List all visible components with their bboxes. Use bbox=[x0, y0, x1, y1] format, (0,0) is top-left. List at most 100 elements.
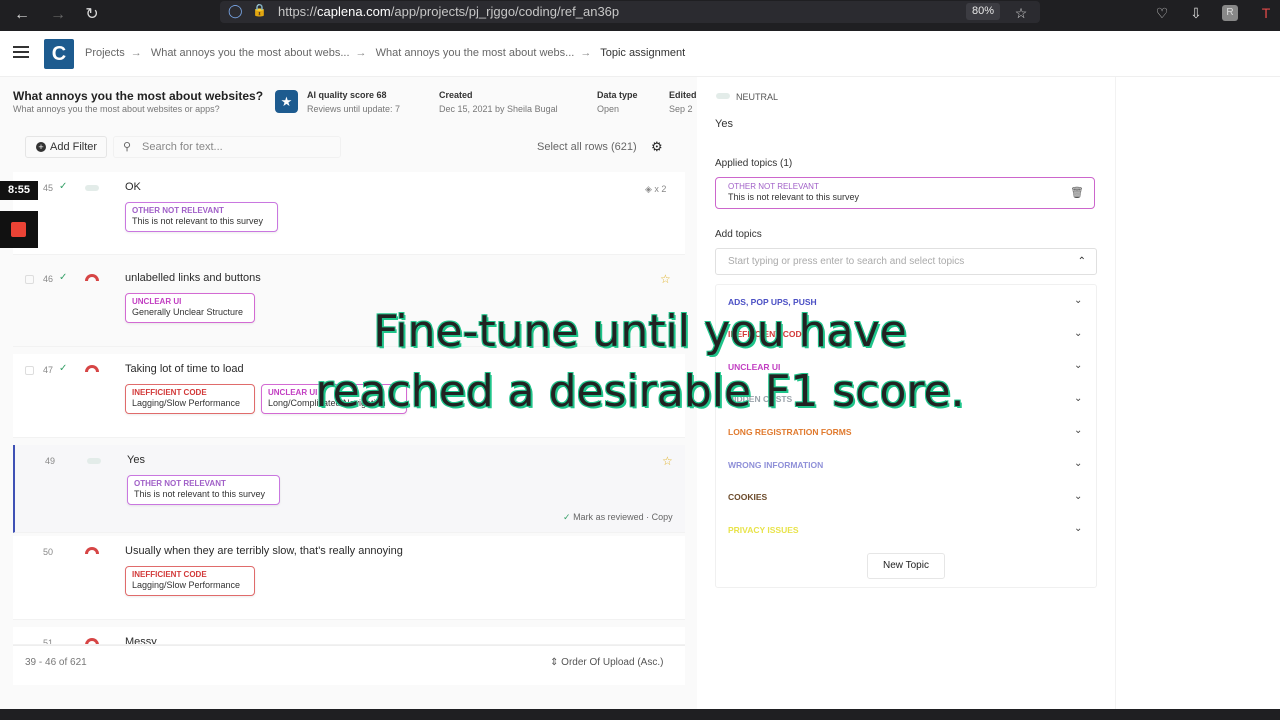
row-text: Taking lot of time to load bbox=[125, 363, 244, 375]
row-checkbox[interactable] bbox=[25, 366, 34, 375]
select-all-rows[interactable]: Select all rows (621) bbox=[537, 141, 637, 153]
menu-icon[interactable] bbox=[13, 46, 29, 58]
table-row[interactable]: 50 Usually when they are terribly slow, … bbox=[13, 536, 685, 620]
reload-icon[interactable]: ↻ bbox=[80, 3, 104, 27]
applied-topic[interactable]: OTHER NOT RELEVANT This is not relevant … bbox=[715, 177, 1095, 209]
gear-icon[interactable]: ⚙ bbox=[651, 139, 663, 155]
extension-icon[interactable]: R bbox=[1222, 5, 1238, 21]
browser-toolbar: ← → ↻ ◯ 🔒 https://caplena.com/app/projec… bbox=[0, 0, 1280, 31]
project-title: What annoys you the most about websites? bbox=[13, 89, 264, 103]
zoom-level[interactable]: 80% bbox=[966, 3, 1000, 20]
search-icon: ⚲ bbox=[123, 141, 132, 153]
topic-category-item[interactable]: LONG REGISTRATION FORMS bbox=[728, 427, 852, 437]
applied-topic-category: OTHER NOT RELEVANT bbox=[728, 182, 819, 191]
chevron-down-icon[interactable]: ⌄ bbox=[1074, 458, 1082, 469]
created-value: Dec 15, 2021 by Sheila Bugal bbox=[439, 104, 558, 114]
add-topics-heading: Add topics bbox=[715, 229, 762, 240]
pocket-icon[interactable]: ♡ bbox=[1152, 3, 1172, 23]
download-icon[interactable]: ⇩ bbox=[1186, 3, 1206, 23]
chevron-down-icon[interactable]: ⌄ bbox=[1074, 491, 1082, 502]
topic-label: This is not relevant to this survey bbox=[132, 216, 264, 226]
new-topic-button[interactable]: New Topic bbox=[867, 553, 945, 579]
recording-timer: 8:55 bbox=[0, 181, 38, 200]
caplena-logo[interactable]: C bbox=[44, 39, 74, 69]
sentiment-neutral-icon[interactable] bbox=[87, 458, 101, 464]
topic-category-item[interactable]: COOKIES bbox=[728, 492, 767, 502]
sentiment-neutral-icon[interactable] bbox=[716, 93, 730, 99]
table-row[interactable]: 49 Yes ☆ OTHER NOT RELEVANT This is not … bbox=[13, 445, 685, 533]
app-header: C Projects → What annoys you the most abo… bbox=[0, 31, 1280, 77]
edited-value: Sep 2 bbox=[669, 104, 693, 114]
breadcrumb: Projects → What annoys you the most about… bbox=[85, 47, 691, 59]
topic-label: Lagging/Slow Performance bbox=[132, 580, 241, 590]
sort-order-label: Order Of Upload (Asc.) bbox=[561, 657, 664, 668]
trash-icon[interactable]: 🗑 bbox=[1070, 186, 1084, 199]
row-number: 51 bbox=[43, 638, 54, 645]
check-icon: ✓ bbox=[563, 512, 571, 522]
table-row[interactable]: 45 ✓ OK ◈ x 2 OTHER NOT RELEVANT This is… bbox=[13, 172, 685, 255]
mark-as-reviewed-label: Mark as reviewed bbox=[573, 512, 644, 522]
right-gutter bbox=[1115, 77, 1280, 710]
reviewed-check-icon: ✓ bbox=[59, 181, 68, 192]
applied-topic-label: This is not relevant to this survey bbox=[728, 192, 860, 202]
layers-icon[interactable]: ◈ x 2 bbox=[645, 184, 666, 195]
chevron-down-icon[interactable]: ⌄ bbox=[1074, 295, 1082, 306]
topic-category-item[interactable]: PRIVACY ISSUES bbox=[728, 525, 799, 535]
page-range: 39 - 46 of 621 bbox=[25, 657, 87, 668]
address-bar[interactable]: ◯ 🔒 https://caplena.com/app/projects/pj_… bbox=[220, 1, 1040, 23]
arrow-right-icon: → bbox=[580, 47, 592, 59]
ai-star-icon: ★ bbox=[275, 90, 298, 113]
chevron-down-icon[interactable]: ⌄ bbox=[1074, 425, 1082, 436]
stop-recording-button[interactable] bbox=[0, 211, 38, 248]
topic-category: OTHER NOT RELEVANT bbox=[134, 479, 226, 488]
row-text: Usually when they are terribly slow, tha… bbox=[125, 545, 403, 557]
answer-text: Yes bbox=[715, 118, 733, 130]
chevron-down-icon[interactable]: ⌄ bbox=[1074, 360, 1082, 371]
topic-category: OTHER NOT RELEVANT bbox=[132, 206, 224, 215]
add-filter-button[interactable]: + Add Filter bbox=[25, 136, 107, 158]
bookmark-star-icon[interactable]: ☆ bbox=[1011, 3, 1031, 23]
row-checkbox[interactable] bbox=[25, 275, 34, 284]
topic-category-item[interactable]: WRONG INFORMATION bbox=[728, 460, 823, 470]
sentiment-negative-icon[interactable] bbox=[85, 547, 99, 554]
sentiment-negative-icon[interactable] bbox=[85, 638, 99, 644]
table-row[interactable]: 51 Messy bbox=[13, 627, 685, 645]
sentiment-negative-icon[interactable] bbox=[85, 365, 99, 372]
topic-tag[interactable]: INEFFICIENT CODE Lagging/Slow Performanc… bbox=[125, 566, 255, 596]
topic-category: INEFFICIENT CODE bbox=[132, 570, 207, 579]
back-icon[interactable]: ← bbox=[10, 3, 34, 27]
profile-icon[interactable]: T bbox=[1256, 3, 1276, 23]
reviewed-check-icon: ✓ bbox=[59, 272, 68, 283]
breadcrumb-question[interactable]: What annoys you the most about webs... bbox=[376, 47, 575, 59]
forward-icon[interactable]: → bbox=[46, 3, 70, 27]
topic-search-input[interactable]: Start typing or press enter to search an… bbox=[715, 248, 1097, 275]
chevron-up-icon[interactable]: ⌃ bbox=[1078, 249, 1086, 274]
datatype-value: Open bbox=[597, 104, 620, 114]
sort-icon: ⇕ bbox=[550, 657, 559, 668]
star-icon[interactable]: ☆ bbox=[662, 454, 673, 468]
star-icon[interactable]: ☆ bbox=[660, 272, 671, 286]
topic-search-placeholder: Start typing or press enter to search an… bbox=[728, 256, 965, 267]
row-text: OK bbox=[125, 181, 141, 193]
chevron-down-icon[interactable]: ⌄ bbox=[1074, 328, 1082, 339]
search-placeholder: Search for text... bbox=[142, 141, 223, 153]
topic-tag[interactable]: OTHER NOT RELEVANT This is not relevant … bbox=[127, 475, 280, 505]
add-filter-label: Add Filter bbox=[50, 141, 98, 153]
mark-as-reviewed-link[interactable]: ✓ Mark as reviewed · Copy bbox=[563, 512, 673, 523]
topic-tag[interactable]: OTHER NOT RELEVANT This is not relevant … bbox=[125, 202, 278, 232]
sentiment-neutral-icon[interactable] bbox=[85, 185, 99, 191]
breadcrumb-project[interactable]: What annoys you the most about webs... bbox=[151, 47, 350, 59]
reviewed-check-icon: ✓ bbox=[59, 363, 68, 374]
plus-icon: + bbox=[36, 142, 46, 152]
reviews-until-update: Reviews until update: 7 bbox=[307, 104, 401, 114]
shield-icon: ◯ bbox=[228, 3, 243, 18]
sentiment-negative-icon[interactable] bbox=[85, 274, 99, 281]
sort-order-select[interactable]: ⇕ Order Of Upload (Asc.) bbox=[550, 657, 663, 668]
search-input[interactable]: ⚲ Search for text... bbox=[113, 136, 341, 158]
breadcrumb-projects[interactable]: Projects bbox=[85, 47, 125, 59]
applied-topics-heading: Applied topics (1) bbox=[715, 158, 793, 169]
chevron-down-icon[interactable]: ⌄ bbox=[1074, 393, 1082, 404]
chevron-down-icon[interactable]: ⌄ bbox=[1074, 523, 1082, 534]
copy-link[interactable]: Copy bbox=[652, 512, 673, 522]
edited-label: Edited bbox=[669, 90, 697, 100]
